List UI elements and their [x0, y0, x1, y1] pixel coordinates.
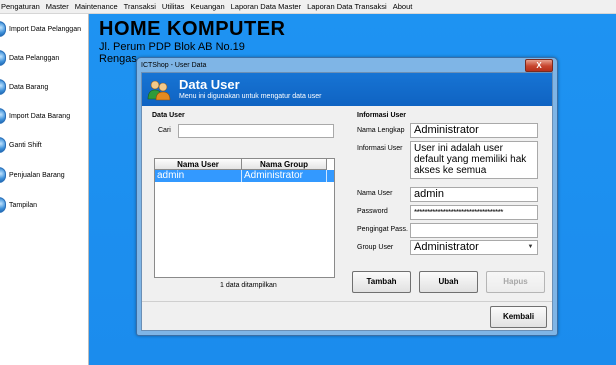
cell-nama-group: Administrator [242, 170, 327, 182]
chevron-down-icon[interactable]: ▼ [526, 242, 535, 253]
menu-bar: Pengaturan Master Maintenance Transaksi … [0, 0, 616, 14]
orb-icon [0, 108, 6, 124]
company-address: Jl. Perum PDP Blok AB No.19 [99, 41, 245, 53]
section-title-data-user: Data User [152, 112, 185, 119]
nama-lengkap-field[interactable]: Administrator [410, 123, 538, 138]
nama-user-label: Nama User [357, 190, 393, 197]
group-user-label: Group User [357, 244, 394, 251]
column-header-nama-user[interactable]: Nama User [155, 159, 242, 170]
orb-icon [0, 167, 6, 183]
sidebar-item-label: Import Data Pelanggan [9, 25, 81, 33]
menu-about[interactable]: About [390, 0, 416, 13]
password-label: Password [357, 208, 388, 215]
sidebar-item-label: Ganti Shift [9, 141, 42, 149]
table-header: Nama User Nama Group [155, 159, 334, 170]
ubah-button[interactable]: Ubah [419, 271, 478, 293]
nama-user-field[interactable]: admin [410, 187, 538, 202]
divider [142, 301, 552, 302]
menu-pengaturan[interactable]: Pengaturan [0, 0, 43, 13]
menu-master[interactable]: Master [43, 0, 72, 13]
tambah-button[interactable]: Tambah [352, 271, 411, 293]
group-user-select[interactable]: Administrator ▼ [410, 240, 538, 255]
sidebar-item-data-pelanggan[interactable]: Data Pelanggan [0, 50, 59, 66]
group-user-value: Administrator [414, 241, 479, 253]
menu-laporan-data-master[interactable]: Laporan Data Master [228, 0, 304, 13]
company-title: HOME KOMPUTER [99, 18, 286, 40]
dialog-title: ICTShop - User Data [141, 61, 207, 69]
table-row[interactable]: admin Administrator [155, 170, 334, 182]
menu-maintenance[interactable]: Maintenance [72, 0, 121, 13]
menu-utilitas[interactable]: Utilitas [159, 0, 188, 13]
orb-icon [0, 50, 6, 66]
menu-keuangan[interactable]: Keuangan [187, 0, 227, 13]
dialog-heading: Data User [179, 77, 240, 92]
sidebar-item-label: Tampilan [9, 201, 38, 209]
password-field[interactable]: ********************************** [410, 205, 538, 220]
sidebar-item-import-data-barang[interactable]: Import Data Barang [0, 108, 70, 124]
cell-nama-user: admin [155, 170, 242, 182]
sidebar: Import Data Pelanggan Data Pelanggan Dat… [0, 14, 89, 365]
column-header-nama-group[interactable]: Nama Group [242, 159, 327, 170]
menu-transaksi[interactable]: Transaksi [121, 0, 159, 13]
record-count-status: 1 data ditampilkan [220, 282, 277, 289]
nama-lengkap-label: Nama Lengkap [357, 127, 405, 134]
users-icon [147, 80, 171, 101]
sidebar-item-import-data-pelanggan[interactable]: Import Data Pelanggan [0, 21, 81, 37]
sidebar-item-data-barang[interactable]: Data Barang [0, 79, 48, 95]
sidebar-item-label: Penjualan Barang [9, 171, 65, 179]
close-button[interactable]: X [525, 59, 553, 72]
user-data-dialog: ICTShop - User Data X Data User Menu ini… [136, 57, 558, 336]
pengingat-pass-label: Pengingat Pass. [357, 226, 408, 233]
company-address-line2: Rengas [99, 53, 137, 65]
kembali-button[interactable]: Kembali [490, 306, 547, 328]
sidebar-item-ganti-shift[interactable]: Ganti Shift [0, 137, 42, 153]
sidebar-item-tampilan[interactable]: Tampilan [0, 197, 37, 213]
menu-laporan-data-transaksi[interactable]: Laporan Data Transaksi [304, 0, 390, 13]
sidebar-item-penjualan-barang[interactable]: Penjualan Barang [0, 167, 65, 183]
dialog-subheading: Menu ini digunakan untuk mengatur data u… [179, 93, 322, 100]
search-label: Cari [158, 127, 171, 134]
sidebar-item-label: Data Barang [9, 83, 49, 91]
orb-icon [0, 137, 6, 153]
sidebar-item-label: Import Data Barang [9, 112, 71, 120]
user-table: Nama User Nama Group admin Administrator [154, 158, 335, 278]
orb-icon [0, 79, 6, 95]
pengingat-pass-field[interactable] [410, 223, 538, 238]
dialog-titlebar[interactable]: ICTShop - User Data X [137, 58, 557, 72]
sidebar-item-label: Data Pelanggan [9, 54, 60, 62]
informasi-user-field[interactable]: User ini adalah user default yang memili… [410, 141, 538, 179]
search-input[interactable] [178, 124, 334, 138]
informasi-user-label: Informasi User [357, 145, 403, 152]
orb-icon [0, 21, 6, 37]
dialog-header: Data User Menu ini digunakan untuk menga… [142, 73, 552, 106]
orb-icon [0, 197, 6, 213]
dialog-client: Data User Menu ini digunakan untuk menga… [141, 72, 553, 331]
hapus-button[interactable]: Hapus [486, 271, 545, 293]
section-title-informasi-user: Informasi User [357, 112, 407, 119]
